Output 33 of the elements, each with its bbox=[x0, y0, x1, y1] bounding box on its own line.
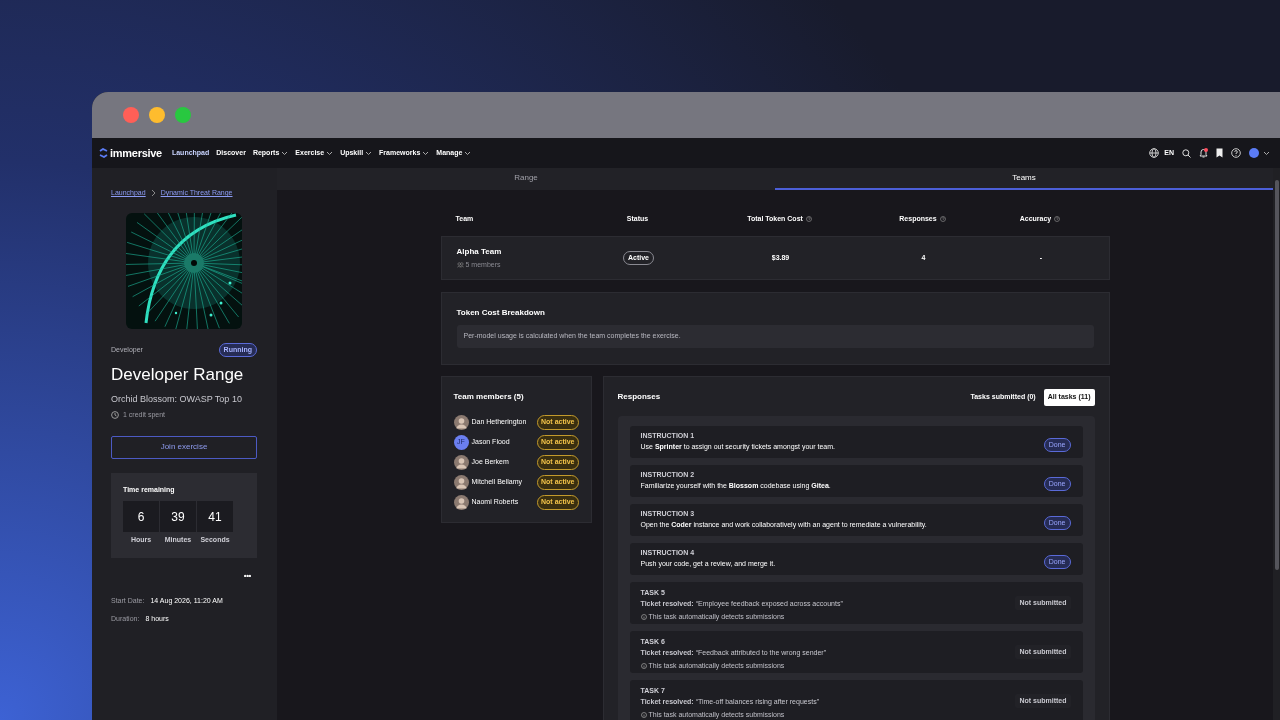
exercise-subtitle: Orchid Blossom: OWASP Top 10 bbox=[111, 392, 243, 406]
help-icon[interactable] bbox=[1231, 148, 1241, 158]
scrollbar[interactable] bbox=[1273, 168, 1280, 720]
timer-value: 6 bbox=[123, 501, 159, 532]
avatar bbox=[453, 495, 469, 510]
minimize-icon[interactable] bbox=[149, 107, 165, 123]
chevron-right-icon bbox=[150, 189, 156, 198]
info-icon bbox=[640, 613, 647, 620]
bookmark-icon[interactable] bbox=[1216, 148, 1223, 158]
exercise-title: Developer Range bbox=[111, 364, 245, 386]
info-icon bbox=[640, 711, 647, 718]
join-button[interactable]: Join exercise bbox=[111, 435, 257, 459]
user-avatar[interactable] bbox=[1249, 148, 1259, 158]
people-icon bbox=[456, 262, 464, 268]
search-icon[interactable] bbox=[1182, 148, 1191, 158]
card-title: Team members (5) bbox=[453, 391, 525, 403]
info-icon bbox=[640, 662, 647, 669]
timer-value: 41 bbox=[197, 501, 233, 532]
notification-icon[interactable] bbox=[1199, 148, 1208, 158]
view-tab[interactable]: Range bbox=[277, 168, 775, 190]
card-title: Token Cost Breakdown bbox=[456, 307, 546, 319]
chevron-down-icon[interactable] bbox=[1263, 150, 1270, 156]
view-tab[interactable]: Teams bbox=[775, 168, 1273, 190]
brand-name[interactable]: immersive bbox=[110, 144, 162, 162]
card-title: Responses bbox=[617, 391, 661, 404]
logo-icon bbox=[99, 148, 108, 158]
more-button[interactable]: ••• bbox=[243, 569, 251, 582]
globe-icon[interactable] bbox=[1149, 148, 1160, 158]
team-name: Alpha Team bbox=[456, 245, 503, 258]
avatar bbox=[453, 415, 469, 430]
avatar bbox=[453, 475, 469, 490]
avatar bbox=[453, 455, 469, 470]
timer-value: 39 bbox=[160, 501, 196, 532]
